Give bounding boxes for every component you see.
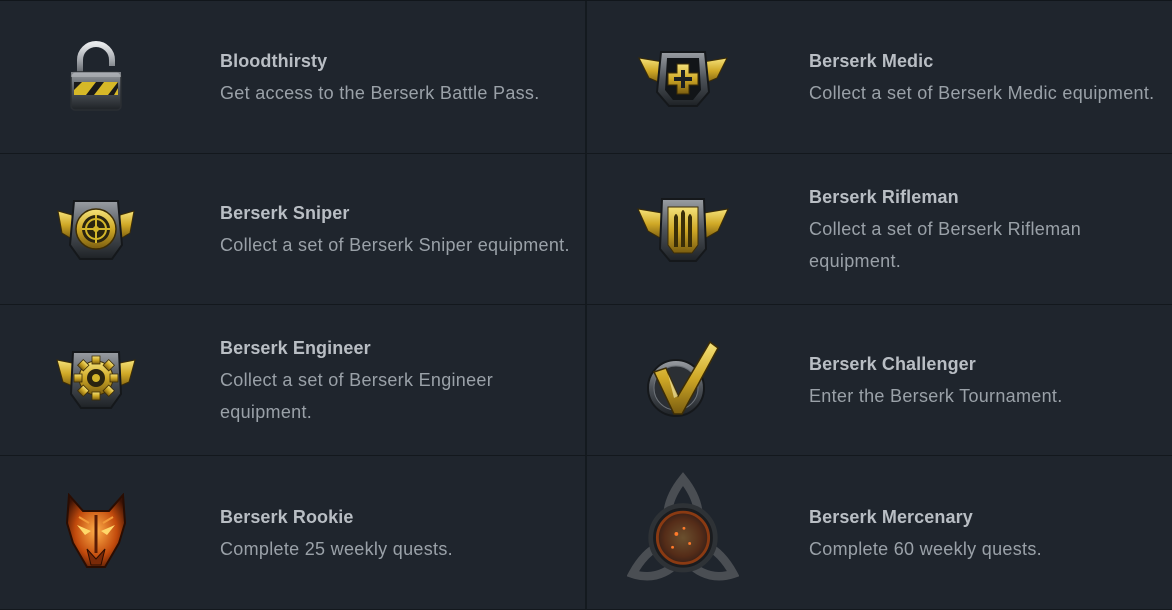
triquetra-emblem-icon <box>627 456 739 609</box>
achievement-title: Berserk Medic <box>809 51 934 71</box>
achievement-title: Berserk Mercenary <box>809 506 973 527</box>
achievement-card: Berserk Rookie Complete 25 weekly quests… <box>0 456 587 610</box>
achievement-description: Collect a set of Berserk Rifleman equipm… <box>809 219 1081 271</box>
engineer-badge-icon <box>40 305 152 455</box>
achievement-card: Berserk Sniper Collect a set of Berserk … <box>0 154 587 305</box>
achievement-title: Berserk Sniper <box>220 203 350 223</box>
achievement-title: Bloodthirsty <box>220 51 328 71</box>
achievement-description: Collect a set of Berserk Engineer equipm… <box>220 370 494 422</box>
padlock-icon <box>40 1 152 153</box>
achievement-title: Berserk Rifleman <box>809 187 959 207</box>
achievement-title: Berserk Challenger <box>809 354 976 374</box>
achievement-description: Collect a set of Berserk Medic equipment… <box>809 83 1155 103</box>
medic-badge-icon <box>627 1 739 153</box>
achievement-card: Berserk Challenger Enter the Berserk Tou… <box>587 305 1172 456</box>
achievement-card: Berserk Rifleman Collect a set of Berser… <box>587 154 1172 305</box>
wolf-mask-icon <box>40 456 152 609</box>
achievement-card: Berserk Engineer Collect a set of Berser… <box>0 305 587 456</box>
achievement-card: Berserk Medic Collect a set of Berserk M… <box>587 1 1172 154</box>
achievement-description: Complete 60 weekly quests. <box>809 538 1042 559</box>
achievement-title: Berserk Rookie <box>220 506 354 527</box>
achievement-card: Berserk Mercenary Complete 60 weekly que… <box>587 456 1172 610</box>
achievement-description: Collect a set of Berserk Sniper equipmen… <box>220 235 570 255</box>
achievement-title: Berserk Engineer <box>220 338 371 358</box>
checkmark-badge-icon <box>627 305 739 455</box>
rifleman-badge-icon <box>627 154 739 304</box>
achievement-description: Get access to the Berserk Battle Pass. <box>220 83 540 103</box>
achievement-card: Bloodthirsty Get access to the Berserk B… <box>0 1 587 154</box>
sniper-badge-icon <box>40 154 152 304</box>
achievements-grid: Bloodthirsty Get access to the Berserk B… <box>0 0 1172 610</box>
achievement-description: Complete 25 weekly quests. <box>220 538 453 559</box>
achievement-description: Enter the Berserk Tournament. <box>809 386 1063 406</box>
